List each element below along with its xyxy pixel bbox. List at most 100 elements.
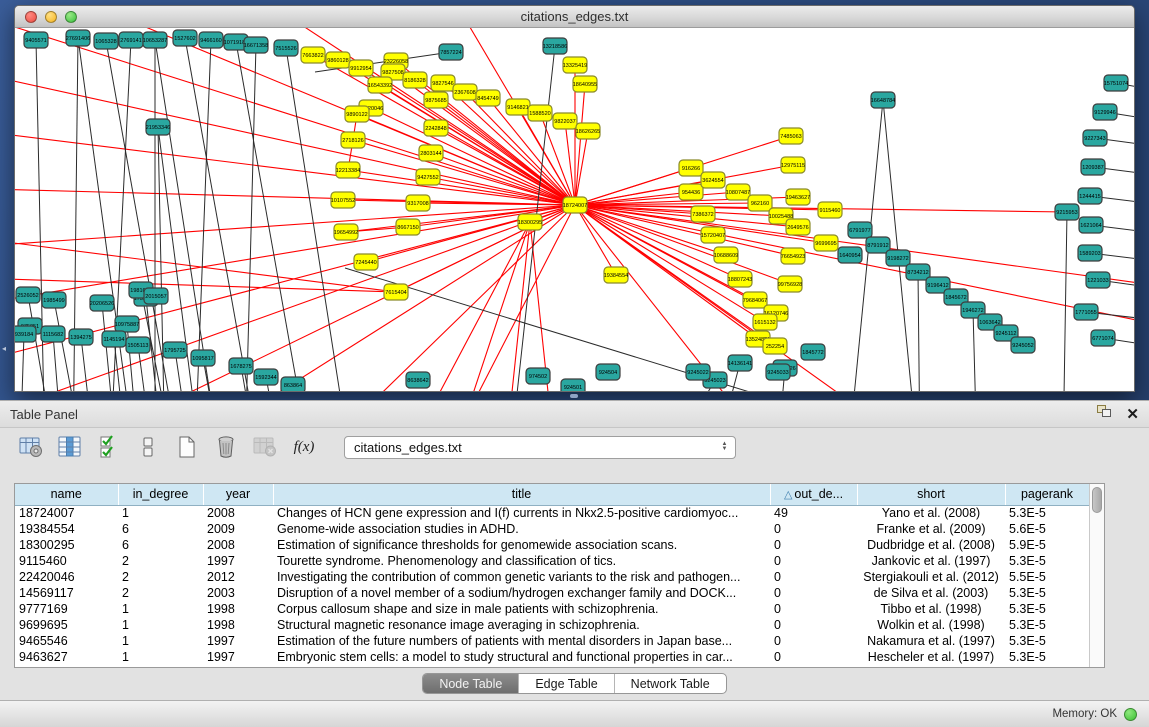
graph-node[interactable]: 9427552 <box>416 169 440 185</box>
table-row[interactable]: 1456911722003Disruption of a novel membe… <box>15 585 1089 601</box>
graph-node[interactable]: 9245033 <box>766 364 790 380</box>
graph-node[interactable]: 12975115 <box>781 157 805 173</box>
graph-node[interactable]: 1145194 <box>102 331 126 347</box>
graph-node[interactable]: 27691406 <box>66 30 90 46</box>
table-row[interactable]: 946362711997Embryonic stem cells: a mode… <box>15 649 1089 665</box>
graph-node[interactable]: 9822037 <box>553 113 577 129</box>
table-row[interactable]: 946554611997Estimation of the future num… <box>15 633 1089 649</box>
graph-node[interactable]: 2769141 <box>119 32 143 48</box>
graph-node[interactable]: 1795725 <box>163 342 187 358</box>
table-settings-icon[interactable] <box>18 434 44 460</box>
graph-node[interactable]: 974502 <box>526 368 550 384</box>
graph-node[interactable]: 10688609 <box>714 247 738 263</box>
graph-node[interactable]: 10807487 <box>726 184 750 200</box>
network-window-titlebar[interactable]: citations_edges.txt <box>15 6 1134 28</box>
column-header-name[interactable]: name <box>15 484 118 505</box>
graph-node[interactable]: 2649576 <box>786 219 810 235</box>
graph-node[interactable]: 9245052 <box>1011 337 1035 353</box>
graph-node[interactable]: 9890122 <box>345 106 369 122</box>
row-options-icon[interactable] <box>135 434 161 460</box>
graph-node[interactable]: 2718126 <box>341 132 365 148</box>
graph-node[interactable]: 76654923 <box>781 248 805 264</box>
graph-node[interactable]: 9699695 <box>814 235 838 251</box>
collapse-panel-arrow[interactable]: ◂ <box>2 344 6 353</box>
graph-node[interactable]: 19654992 <box>334 224 358 240</box>
graph-node[interactable]: 916266 <box>679 160 703 176</box>
function-builder-icon[interactable]: f(x) <box>291 434 317 460</box>
graph-node[interactable]: 16671358 <box>244 37 268 53</box>
graph-node[interactable]: 924501 <box>561 379 585 391</box>
table-vertical-scrollbar[interactable] <box>1089 484 1104 667</box>
graph-node[interactable]: 1589203 <box>1078 245 1102 261</box>
table-row[interactable]: 977716911998Corpus callosum shape and si… <box>15 601 1089 617</box>
graph-node[interactable]: 939184 <box>15 326 36 342</box>
network-file-select[interactable]: citations_edges.txt ▲▼ <box>344 436 736 459</box>
graph-node[interactable]: 1095817 <box>191 350 215 366</box>
column-header-out-de-[interactable]: △out_de... <box>770 484 857 505</box>
graph-node[interactable]: 7485063 <box>779 128 803 144</box>
graph-node[interactable]: 8454749 <box>476 90 500 106</box>
graph-node[interactable]: 10975887 <box>115 316 139 332</box>
graph-node[interactable]: 1505113 <box>126 337 150 353</box>
graph-node[interactable]: 1394275 <box>69 329 93 345</box>
graph-node[interactable]: 9405571 <box>24 32 48 48</box>
table-row[interactable]: 911546021997Tourette syndrome. Phenomeno… <box>15 553 1089 569</box>
graph-node[interactable]: 9215953 <box>1055 204 1079 220</box>
graph-node[interactable]: 9466160 <box>199 32 223 48</box>
table-row[interactable]: 1830029562008Estimation of significance … <box>15 537 1089 553</box>
graph-node[interactable]: 2367608 <box>453 84 477 100</box>
graph-node[interactable]: 19384554 <box>604 267 628 283</box>
graph-node[interactable]: 10653287 <box>143 32 167 48</box>
column-header-pagerank[interactable]: pagerank <box>1005 484 1089 505</box>
graph-node[interactable]: 9317008 <box>406 195 430 211</box>
float-panel-icon[interactable] <box>1097 405 1112 423</box>
graph-node[interactable]: 8667150 <box>396 219 420 235</box>
tab-network-table[interactable]: Network Table <box>614 674 726 693</box>
graph-node[interactable]: 1592344 <box>254 369 278 385</box>
graph-node[interactable]: 1065328 <box>94 33 118 49</box>
graph-node[interactable]: 9912954 <box>349 60 373 76</box>
graph-node[interactable]: 20206526 <box>90 295 114 311</box>
graph-node[interactable]: 924504 <box>596 364 620 380</box>
graph-node[interactable]: 2526052 <box>16 287 40 303</box>
graph-node[interactable]: 1845772 <box>801 344 825 360</box>
graph-node[interactable]: 2803144 <box>419 145 443 161</box>
graph-node[interactable]: 1615132 <box>753 314 777 330</box>
scrollbar-thumb[interactable] <box>1092 487 1102 513</box>
graph-node[interactable]: 15751074 <box>1104 75 1128 91</box>
graph-node[interactable]: 12213384 <box>336 162 360 178</box>
graph-node[interactable]: 1527602 <box>173 30 197 46</box>
graph-node[interactable]: 10107552 <box>331 192 355 208</box>
graph-node[interactable]: 3624554 <box>701 172 725 188</box>
graph-node[interactable]: 7386372 <box>691 206 715 222</box>
graph-node[interactable]: 1985499 <box>42 292 66 308</box>
delete-column-icon[interactable] <box>213 434 239 460</box>
close-window-icon[interactable] <box>25 11 37 23</box>
graph-node[interactable]: 2015057 <box>144 288 168 304</box>
graph-node[interactable]: 8638642 <box>406 372 430 388</box>
graph-node[interactable]: 954436 <box>679 184 703 200</box>
memory-ok-indicator[interactable] <box>1124 708 1137 721</box>
graph-node[interactable]: 1678275 <box>229 358 253 374</box>
tab-edge-table[interactable]: Edge Table <box>518 674 613 693</box>
table-header-row[interactable]: namein_degreeyeartitle△out_de...shortpag… <box>15 484 1089 505</box>
graph-node[interactable]: 9827546 <box>431 75 455 91</box>
graph-node[interactable]: 252254 <box>763 338 787 354</box>
table-row[interactable]: 2242004622012Investigating the contribut… <box>15 569 1089 585</box>
graph-node[interactable]: 9115460 <box>818 202 842 218</box>
graph-node[interactable]: 2242848 <box>424 120 448 136</box>
graph-node[interactable]: 1221033 <box>1086 272 1110 288</box>
graph-node[interactable]: 1771055 <box>1074 304 1098 320</box>
column-header-title[interactable]: title <box>273 484 770 505</box>
graph-node[interactable]: 16648784 <box>871 92 895 108</box>
network-window[interactable]: citations_edges.txt 18724007940557127691… <box>14 5 1135 392</box>
graph-node[interactable]: 8791912 <box>866 237 890 253</box>
graph-node[interactable]: 9860128 <box>326 52 350 68</box>
show-columns-icon[interactable] <box>96 434 122 460</box>
column-header-year[interactable]: year <box>203 484 273 505</box>
zoom-window-icon[interactable] <box>65 11 77 23</box>
graph-node[interactable]: 8734212 <box>906 264 930 280</box>
graph-node[interactable]: 7615404 <box>384 284 408 300</box>
graph-node[interactable]: 79684067 <box>743 292 767 308</box>
graph-node[interactable]: 16543392 <box>368 77 392 93</box>
